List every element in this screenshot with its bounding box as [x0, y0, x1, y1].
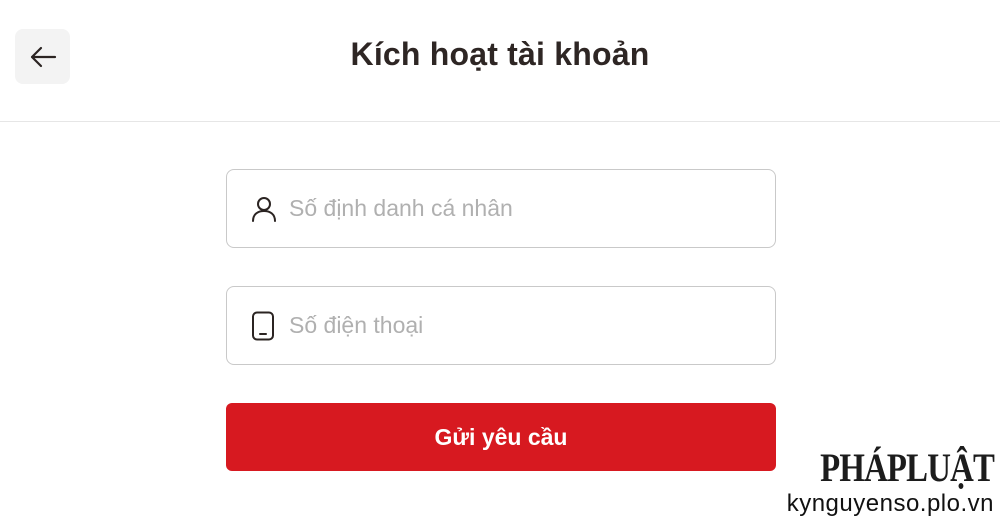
- personal-id-input[interactable]: [289, 170, 759, 247]
- watermark: PHÁPLUẬT kynguyenso.plo.vn: [782, 445, 995, 518]
- activate-account-screen: Kích hoạt tài khoản Gửi yêu cầu PH: [0, 0, 1000, 525]
- phone-input[interactable]: [289, 287, 759, 364]
- activation-form: Gửi yêu cầu: [226, 169, 776, 471]
- phone-field[interactable]: [226, 286, 776, 365]
- phone-icon: [251, 287, 275, 364]
- header: Kích hoạt tài khoản: [0, 0, 1000, 122]
- brand-url: kynguyenso.plo.vn: [786, 490, 994, 517]
- page-title: Kích hoạt tài khoản: [350, 36, 650, 72]
- personal-id-field[interactable]: [226, 169, 776, 248]
- brand-logo: PHÁPLUẬT: [820, 445, 995, 490]
- submit-request-button[interactable]: Gửi yêu cầu: [226, 403, 776, 471]
- user-icon: [251, 170, 277, 247]
